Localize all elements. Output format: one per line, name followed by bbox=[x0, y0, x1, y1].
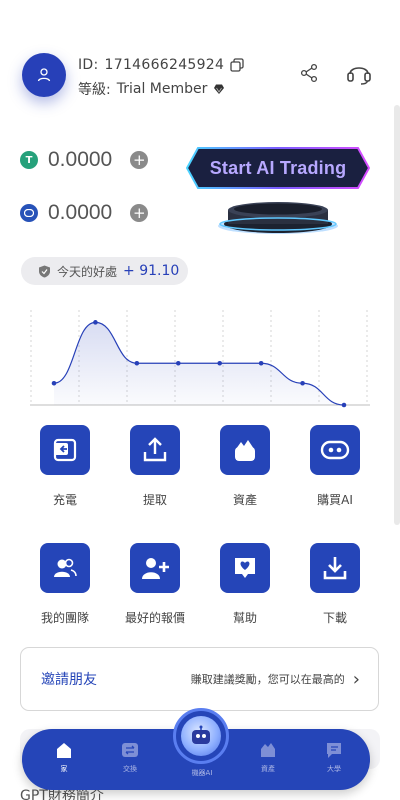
copy-icon[interactable] bbox=[230, 58, 244, 72]
recharge-item[interactable]: 充電 bbox=[25, 425, 105, 508]
share-icon bbox=[300, 63, 318, 83]
nav-university-label: 大學 bbox=[327, 765, 341, 773]
invite-friends-card[interactable]: 邀請朋友 賺取建議獎勵，您可以在最高的 › bbox=[20, 647, 379, 711]
usdt-coin-icon: T bbox=[20, 151, 38, 169]
start-ai-trading-label: Start AI Trading bbox=[209, 157, 347, 178]
wallet-icon bbox=[53, 438, 77, 462]
user-level-line: 等級: Trial Member bbox=[78, 79, 225, 99]
chart-point bbox=[300, 380, 305, 386]
help-heart-icon bbox=[235, 558, 255, 578]
chevron-right-icon: › bbox=[352, 668, 360, 690]
usdc-balance-value: 0.0000 bbox=[48, 201, 113, 224]
user-id-value: 1714666245924 bbox=[104, 57, 225, 73]
help-item[interactable]: 幫助 bbox=[205, 543, 285, 626]
buy-ai-button[interactable] bbox=[310, 425, 360, 475]
user-level-value: Trial Member bbox=[116, 81, 208, 97]
upload-icon bbox=[143, 437, 167, 462]
headset-icon bbox=[347, 67, 371, 85]
help-button[interactable] bbox=[220, 543, 270, 593]
buy-ai-item[interactable]: 購買AI bbox=[295, 425, 375, 508]
withdraw-button[interactable] bbox=[130, 425, 180, 475]
asset-nav-icon bbox=[258, 740, 278, 760]
earnings-chart bbox=[30, 310, 370, 408]
chart-point bbox=[93, 320, 98, 325]
support-button[interactable] bbox=[344, 60, 374, 86]
shield-check-icon bbox=[39, 265, 50, 277]
download-item[interactable]: 下載 bbox=[295, 543, 375, 626]
add-user-icon bbox=[142, 558, 169, 579]
team-icon bbox=[54, 558, 77, 577]
today-benefit-pill: 今天的好處 + 91.10 bbox=[21, 257, 188, 285]
chat-icon bbox=[324, 740, 344, 760]
download-icon bbox=[323, 557, 347, 580]
membership-badge-icon bbox=[214, 84, 225, 94]
withdraw-item[interactable]: 提取 bbox=[115, 425, 195, 508]
best-offer-label: 最好的報價 bbox=[124, 611, 185, 625]
nav-university[interactable]: 大學 bbox=[312, 740, 356, 774]
nav-assets[interactable]: 資產 bbox=[246, 740, 290, 774]
my-team-button[interactable] bbox=[40, 543, 90, 593]
usdc-balance-row: 0.0000 + bbox=[20, 201, 149, 225]
invite-friends-description: 賺取建議獎勵，您可以在最高的 bbox=[190, 673, 345, 686]
robot-ai-icon bbox=[181, 716, 221, 756]
withdraw-label: 提取 bbox=[142, 493, 167, 507]
usdt-balance-row: T 0.0000 + bbox=[20, 148, 149, 172]
home-icon bbox=[54, 740, 74, 760]
scrollbar[interactable] bbox=[394, 105, 400, 525]
buy-ai-label: 購買AI bbox=[317, 493, 353, 507]
my-team-item[interactable]: 我的團隊 bbox=[25, 543, 105, 626]
chart-point bbox=[258, 360, 264, 366]
today-benefit-amount: + 91.10 bbox=[123, 263, 180, 279]
best-offer-item[interactable]: 最好的報價 bbox=[115, 543, 195, 626]
nav-home[interactable]: 家 bbox=[42, 740, 86, 774]
usdt-add-button[interactable]: + bbox=[130, 151, 149, 169]
recharge-label: 充電 bbox=[52, 493, 77, 507]
chart-point bbox=[51, 380, 57, 386]
exchange-icon bbox=[120, 740, 140, 760]
user-level-label: 等級: bbox=[78, 82, 111, 98]
download-label: 下載 bbox=[322, 611, 347, 625]
nav-assets-label: 資產 bbox=[261, 765, 275, 773]
nav-exchange[interactable]: 交換 bbox=[108, 740, 152, 774]
avatar[interactable] bbox=[22, 53, 66, 97]
robot-icon bbox=[320, 440, 350, 460]
assets-button[interactable] bbox=[220, 425, 270, 475]
usdt-balance-value: 0.0000 bbox=[48, 148, 113, 171]
chart-point bbox=[175, 360, 181, 366]
invite-friends-title: 邀請朋友 bbox=[41, 672, 97, 688]
user-id-line: ID: 1714666245924 bbox=[78, 57, 244, 73]
nav-exchange-label: 交換 bbox=[123, 765, 137, 773]
recharge-button[interactable] bbox=[40, 425, 90, 475]
chart-point bbox=[134, 360, 140, 366]
best-offer-button[interactable] bbox=[130, 543, 180, 593]
today-benefit-label: 今天的好處 bbox=[57, 264, 118, 279]
usdc-coin-icon bbox=[20, 204, 38, 222]
assets-label: 資產 bbox=[232, 493, 257, 507]
download-button[interactable] bbox=[310, 543, 360, 593]
my-team-label: 我的團隊 bbox=[40, 611, 89, 625]
usdc-add-button[interactable]: + bbox=[130, 204, 149, 222]
nav-robot-ai-button[interactable] bbox=[173, 708, 229, 764]
chart-point bbox=[341, 402, 347, 408]
nav-robot-ai-label: 機器AI bbox=[191, 769, 213, 777]
asset-icon bbox=[235, 440, 255, 461]
user-icon bbox=[37, 68, 51, 82]
assets-item[interactable]: 資產 bbox=[205, 425, 285, 508]
nav-robot-ai[interactable]: 機器AI bbox=[180, 764, 224, 778]
help-label: 幫助 bbox=[232, 611, 257, 625]
user-id-label: ID: bbox=[78, 57, 99, 73]
bottom-navigation: 家 交換 機器AI 資產 大學 bbox=[22, 708, 370, 790]
nav-home-label: 家 bbox=[60, 765, 68, 773]
chart-point bbox=[217, 360, 223, 366]
share-button[interactable] bbox=[296, 60, 322, 86]
start-ai-trading-banner[interactable]: Start AI Trading bbox=[186, 147, 370, 189]
ai-platform-graphic bbox=[218, 202, 338, 234]
